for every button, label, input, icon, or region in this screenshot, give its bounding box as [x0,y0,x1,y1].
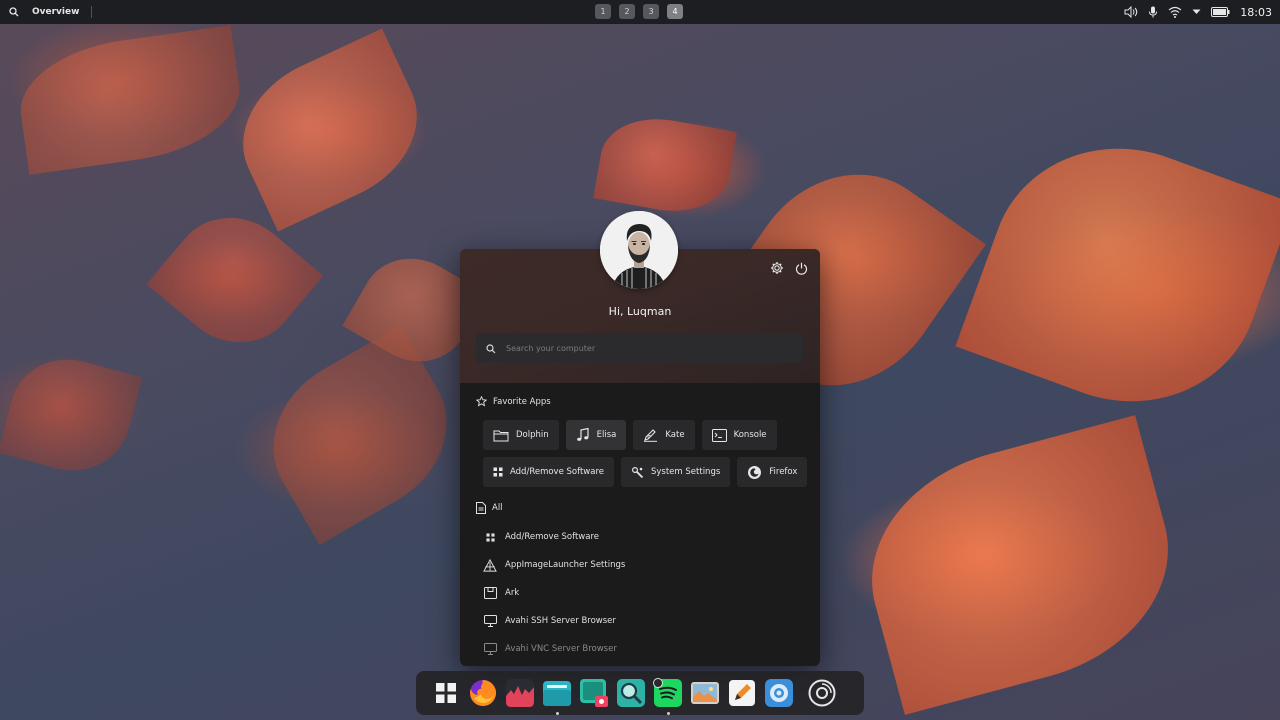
firefox-icon[interactable] [467,677,499,709]
battery-icon[interactable] [1211,7,1230,17]
list-item[interactable]: Avahi VNC Server Browser [483,635,803,663]
fav-label: Firefox [769,467,798,477]
workspace-4[interactable]: 4 [667,4,683,19]
folder-icon [493,430,509,441]
text-editor-icon[interactable] [726,677,758,709]
fav-system-settings[interactable]: System Settings [621,457,731,487]
terminal-icon [711,428,727,442]
monitor-icon [483,642,497,656]
all-apps-heading: All [476,502,503,514]
list-item-label: Add/Remove Software [505,532,599,542]
list-item-label: AppImageLauncher Settings [505,560,626,570]
list-item[interactable]: AppImageLauncher Settings [483,551,803,579]
favorites-heading: Favorite Apps [476,396,551,407]
audio-app-icon[interactable] [504,677,536,709]
volume-icon[interactable] [1124,6,1138,18]
clock[interactable]: 18:03 [1240,6,1272,19]
fav-firefox[interactable]: Firefox [737,457,808,487]
fav-label: System Settings [651,467,721,477]
settings-icon[interactable] [763,677,795,709]
list-item[interactable]: Ark [483,579,803,607]
list-item-label: Avahi SSH Server Browser [505,616,616,626]
list-item-label: Ark [505,588,520,598]
settings-tools-icon [631,466,644,478]
image-viewer-icon[interactable] [689,677,721,709]
search-icon [486,339,496,358]
music-note-icon [576,428,589,441]
appimage-icon [483,558,497,572]
spotify-icon[interactable] [652,677,684,715]
document-icon [476,502,486,514]
fav-elisa[interactable]: Elisa [565,420,627,450]
dock [416,671,864,715]
search-app-icon[interactable] [615,677,647,709]
list-item[interactable]: Avahi SSH Server Browser [483,607,803,635]
monitor-icon [483,614,497,628]
app-grid-icon[interactable] [430,677,462,709]
list-item-label: Avahi VNC Server Browser [505,644,617,654]
fav-label: Kate [665,430,685,440]
workspace-1[interactable]: 1 [595,4,611,19]
all-apps-list: Add/Remove Software AppImageLauncher Set… [483,523,803,663]
all-apps-title: All [492,503,503,513]
wifi-icon[interactable] [1168,6,1182,18]
microphone-icon[interactable] [1148,6,1158,18]
overview-button[interactable]: Overview [28,6,93,18]
workspace-3[interactable]: 3 [643,4,659,19]
fav-dolphin[interactable]: Dolphin [483,420,559,450]
screenshot-icon[interactable] [578,677,610,709]
disc-icon[interactable] [806,677,838,709]
list-item[interactable]: Add/Remove Software [483,523,803,551]
application-launcher: Hi, Luqman Favorite Apps Dolphin Elisa K… [460,249,820,666]
settings-gear-icon[interactable] [770,261,784,275]
system-tray: 18:03 [1124,0,1280,24]
favorites-row-1: Dolphin Elisa Kate Konsole [483,420,777,450]
favorites-row-2: Add/Remove Software System Settings Fire… [483,457,808,487]
greeting-text: Hi, Luqman [608,305,672,318]
apps-grid-icon [483,530,497,544]
apps-grid-icon [493,467,503,477]
firefox-icon [748,465,762,479]
star-icon [476,396,487,407]
fav-label: Add/Remove Software [510,467,604,477]
user-avatar[interactable] [600,211,678,289]
power-icon[interactable] [794,261,808,275]
search-input[interactable] [506,343,786,353]
favorites-title: Favorite Apps [493,396,551,407]
fav-add-remove-software[interactable]: Add/Remove Software [483,457,614,487]
fav-label: Konsole [733,430,767,440]
workspace-2[interactable]: 2 [619,4,635,19]
archive-icon [483,586,497,600]
search-field[interactable] [476,333,803,363]
fav-konsole[interactable]: Konsole [701,420,777,450]
fav-kate[interactable]: Kate [633,420,695,450]
running-indicator [666,712,670,715]
pen-icon [644,429,658,442]
dropdown-icon[interactable] [1192,9,1201,15]
top-panel: Overview 1 2 3 4 18:03 [0,0,1280,24]
fav-label: Dolphin [516,430,549,440]
running-indicator [555,712,559,715]
files-icon[interactable] [541,677,573,715]
fav-label: Elisa [596,430,617,440]
workspace-switcher: 1 2 3 4 [595,4,683,19]
search-icon[interactable] [0,0,28,24]
